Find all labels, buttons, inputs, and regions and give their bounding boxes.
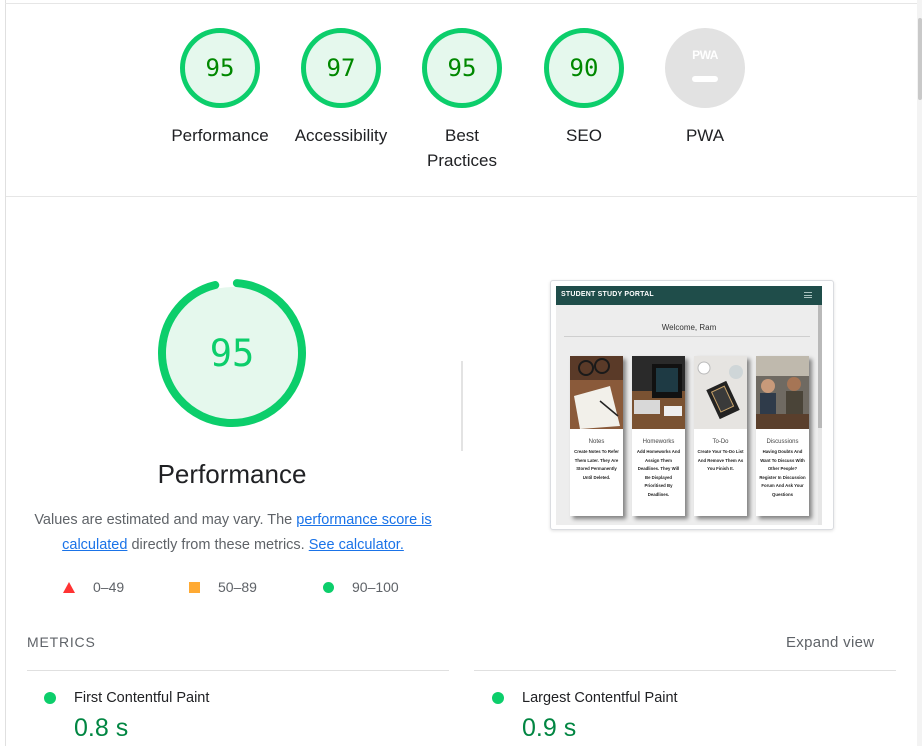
- gauge-label: Accessibility: [294, 126, 388, 145]
- metric-name: Largest Contentful Paint: [522, 690, 678, 706]
- screenshot-welcome: Welcome, Ram: [661, 323, 717, 332]
- notes-image: [570, 356, 623, 429]
- pwa-badge-icon: PWA: [665, 28, 745, 108]
- desc-text: directly from these metrics.: [127, 537, 309, 553]
- legend-pass-label: 90–100: [352, 579, 399, 595]
- average-square-icon: [189, 581, 200, 593]
- legend-fail-label: 0–49: [93, 579, 125, 595]
- performance-score: 95: [209, 331, 255, 375]
- see-calculator-link[interactable]: See calculator.: [309, 537, 404, 553]
- gauge-label: Best Practices: [427, 126, 497, 170]
- metric-value: 0.9 s: [522, 714, 577, 742]
- performance-title: Performance: [157, 459, 307, 489]
- screenshot-brand: STUDENT STUDY PORTAL: [561, 291, 654, 298]
- gauge-performance[interactable]: 95 Performance: [165, 28, 275, 148]
- pass-circle-icon: [492, 692, 504, 704]
- gauge-score: 95: [205, 54, 235, 82]
- metric-name: First Contentful Paint: [74, 690, 210, 706]
- gauge-ring: 95: [180, 28, 260, 108]
- fail-triangle-icon: [63, 581, 75, 593]
- desc-text: Values are estimated and may vary. The: [34, 512, 297, 528]
- expand-view-button[interactable]: Expand view: [786, 634, 874, 651]
- category-gauges: 95 Performance 97 Accessibility 95 Best …: [0, 0, 922, 196]
- gauge-label: PWA: [685, 126, 725, 145]
- final-screenshot[interactable]: STUDENT STUDY PORTAL Welcome, Ram Notes …: [550, 280, 834, 530]
- legend-average: 50–89: [189, 579, 257, 595]
- legend-pass: 90–100: [323, 579, 399, 595]
- gauge-score: 95: [447, 54, 477, 82]
- screenshot-content: STUDENT STUDY PORTAL Welcome, Ram Notes …: [556, 286, 822, 525]
- screenshot-divider: [564, 336, 810, 337]
- screenshot-card-homeworks: Homeworks Add Homeworks And Assign Them …: [632, 356, 685, 516]
- vertical-divider: [461, 361, 463, 451]
- gauge-accessibility[interactable]: 97 Accessibility: [286, 28, 396, 148]
- section-divider: [6, 196, 917, 197]
- gauge-score: 90: [569, 54, 599, 82]
- card-title: Notes: [588, 439, 605, 445]
- metric-lcp: Largest Contentful Paint: [492, 690, 678, 706]
- screenshot-card-discussions: Discussions Having Doubts And Want To Di…: [756, 356, 809, 516]
- card-title: To-Do: [712, 439, 729, 445]
- gauge-ring: 97: [301, 28, 381, 108]
- card-text: Add Homeworks And Assign Them Deadlines.…: [636, 449, 681, 497]
- metrics-divider: [27, 670, 449, 671]
- metric-value: 0.8 s: [74, 714, 129, 742]
- gauge-best-practices[interactable]: 95 Best Practices: [407, 28, 517, 173]
- metric-fcp: First Contentful Paint: [44, 690, 209, 706]
- metrics-heading: METRICS: [27, 634, 96, 650]
- hamburger-menu-icon: [804, 292, 812, 298]
- screenshot-navbar: STUDENT STUDY PORTAL: [556, 286, 822, 305]
- legend-average-label: 50–89: [218, 579, 257, 595]
- pass-circle-icon: [44, 692, 56, 704]
- card-title: Discussions: [766, 439, 799, 445]
- pwa-badge-text: PWA: [692, 48, 718, 62]
- card-title: Homeworks: [642, 439, 675, 445]
- gauge-label: Performance: [171, 126, 269, 145]
- performance-description: Values are estimated and may vary. The p…: [27, 508, 439, 558]
- card-text: Having Doubts And Want To Discuss With O…: [759, 449, 806, 497]
- screenshot-scrollbar-thumb: [818, 305, 822, 428]
- gauge-ring: 95: [422, 28, 502, 108]
- gauge-label: SEO: [566, 126, 602, 145]
- todo-image: [694, 356, 747, 429]
- card-text: Create Notes To Refer Them Later. They A…: [574, 449, 619, 480]
- metrics-divider: [474, 670, 896, 671]
- pass-circle-icon: [323, 581, 334, 593]
- legend-fail: 0–49: [63, 579, 124, 595]
- card-text: Create Your To-Do List And Remove Them A…: [697, 449, 744, 471]
- screenshot-card-notes: Notes Create Notes To Refer Them Later. …: [570, 356, 623, 516]
- discussions-image: [756, 356, 809, 429]
- gauge-pwa[interactable]: PWA PWA: [650, 28, 760, 148]
- pwa-dash-icon: [692, 76, 718, 82]
- screenshot-card-todo: To-Do Create Your To-Do List And Remove …: [694, 356, 747, 516]
- homeworks-image: [632, 356, 685, 429]
- gauge-seo[interactable]: 90 SEO: [529, 28, 639, 148]
- gauge-ring: 90: [544, 28, 624, 108]
- gauge-score: 97: [326, 54, 356, 82]
